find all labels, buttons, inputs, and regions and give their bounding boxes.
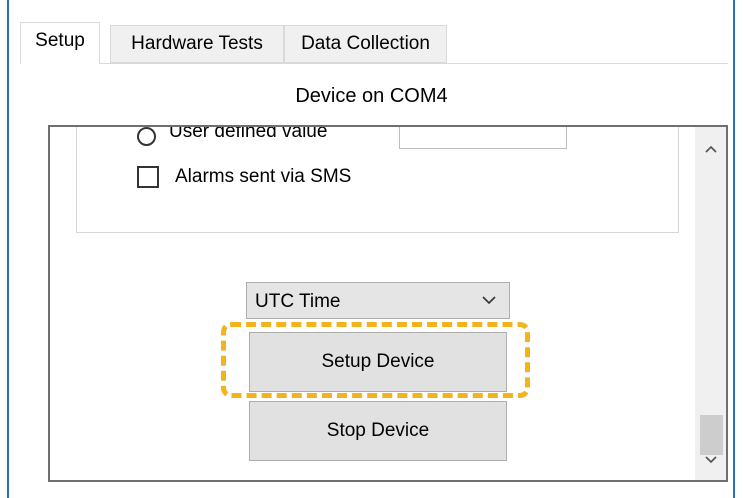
tab-divider bbox=[20, 63, 728, 64]
chevron-down-icon bbox=[704, 456, 717, 464]
user-defined-value-input[interactable] bbox=[399, 127, 567, 149]
stop-device-button[interactable]: Stop Device bbox=[249, 401, 507, 461]
alarms-sms-label: Alarms sent via SMS bbox=[175, 166, 352, 187]
time-zone-select[interactable]: UTC Time bbox=[246, 282, 510, 319]
tab-hardware-tests[interactable]: Hardware Tests bbox=[110, 25, 284, 63]
alarms-sms-checkbox[interactable] bbox=[137, 166, 159, 188]
tab-data-collection[interactable]: Data Collection bbox=[284, 25, 447, 63]
chevron-down-icon bbox=[482, 296, 496, 305]
setup-device-button[interactable]: Setup Device bbox=[249, 332, 507, 392]
scroll-down-button[interactable] bbox=[695, 446, 726, 474]
user-defined-radio[interactable] bbox=[137, 127, 156, 146]
settings-scroll-panel[interactable]: User defined value Alarms sent via SMS U… bbox=[48, 125, 728, 482]
chevron-up-icon bbox=[704, 145, 717, 153]
device-title: Device on COM4 bbox=[295, 85, 448, 107]
tab-setup[interactable]: Setup bbox=[20, 22, 100, 64]
scroll-up-button[interactable] bbox=[695, 135, 726, 163]
time-zone-select-value: UTC Time bbox=[255, 291, 341, 312]
alarm-group-box: User defined value Alarms sent via SMS bbox=[76, 125, 679, 233]
user-defined-radio-label: User defined value bbox=[169, 125, 328, 142]
vertical-scrollbar[interactable] bbox=[695, 127, 726, 480]
